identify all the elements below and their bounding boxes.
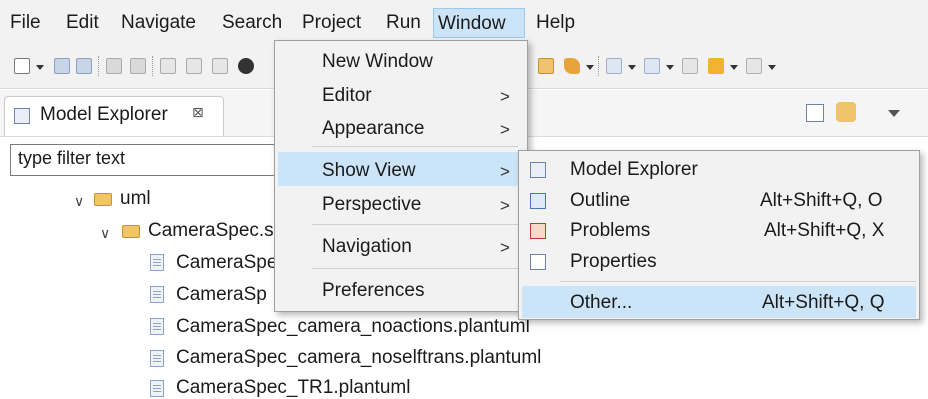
open-type-icon[interactable] — [186, 58, 202, 74]
menu-navigate[interactable]: Navigate — [117, 8, 200, 38]
collapse-all-icon[interactable] — [806, 104, 824, 122]
back-dropdown-icon[interactable] — [730, 65, 738, 70]
shortcut-outline: Alt+Shift+Q, O — [760, 190, 883, 211]
tree-item-uml[interactable]: uml — [120, 188, 151, 210]
new-wizard-dropdown-icon[interactable] — [36, 65, 44, 70]
close-icon[interactable]: ⊠ — [192, 104, 204, 121]
chevron-down-icon[interactable]: ∨ — [74, 193, 84, 210]
submenu-item-problems[interactable]: Problems — [570, 220, 650, 242]
folder-icon — [94, 193, 112, 206]
menu-bar: File Edit Navigate Search Project Run Wi… — [0, 0, 928, 44]
menu-separator — [560, 281, 916, 282]
menu-separator — [312, 146, 518, 147]
save-all-icon[interactable] — [76, 58, 92, 74]
submenu-item-model-explorer[interactable]: Model Explorer — [570, 159, 698, 181]
submenu-item-outline[interactable]: Outline — [570, 190, 630, 212]
file-icon — [150, 254, 164, 271]
view-menu-icon[interactable] — [888, 110, 900, 117]
file-icon — [150, 350, 164, 367]
menu-item-show-view[interactable]: Show View — [322, 160, 416, 182]
chevron-right-icon: > — [500, 87, 510, 106]
submenu-item-properties[interactable]: Properties — [570, 251, 657, 273]
link-with-editor-icon[interactable] — [836, 102, 856, 122]
filter-placeholder: type filter text — [18, 148, 126, 168]
back-icon[interactable] — [708, 58, 724, 74]
last-edit-icon[interactable] — [682, 58, 698, 74]
toolbar-separator — [598, 56, 600, 76]
outline-icon — [530, 193, 546, 209]
tree-item-file[interactable]: CameraSpe — [176, 252, 277, 274]
next-annotation-icon[interactable] — [606, 58, 622, 74]
menu-separator — [312, 268, 518, 269]
view-title: Model Explorer — [40, 104, 168, 125]
menu-separator — [312, 224, 518, 225]
build-icon[interactable] — [106, 58, 122, 74]
menu-edit[interactable]: Edit — [62, 8, 103, 38]
pin-dropdown-icon[interactable] — [586, 65, 594, 70]
forward-dropdown-icon[interactable] — [768, 65, 776, 70]
forward-icon[interactable] — [746, 58, 762, 74]
file-icon — [150, 380, 164, 397]
next-annotation-dropdown-icon[interactable] — [628, 65, 636, 70]
menu-help[interactable]: Help — [532, 8, 579, 38]
chevron-right-icon: > — [500, 196, 510, 215]
menu-item-preferences[interactable]: Preferences — [322, 280, 424, 302]
chevron-down-icon[interactable]: ∨ — [100, 225, 110, 242]
menu-item-new-window[interactable]: New Window — [322, 51, 433, 73]
open-folder-icon[interactable] — [538, 58, 554, 74]
menu-file[interactable]: File — [6, 8, 45, 38]
run-icon[interactable] — [160, 58, 176, 74]
menu-item-editor[interactable]: Editor — [322, 85, 372, 107]
open-resource-icon[interactable] — [212, 58, 228, 74]
save-icon[interactable] — [54, 58, 70, 74]
chevron-right-icon: > — [500, 238, 510, 257]
submenu-item-other[interactable]: Other... — [570, 292, 632, 314]
prev-annotation-dropdown-icon[interactable] — [666, 65, 674, 70]
menu-window[interactable]: Window — [433, 8, 525, 38]
chevron-right-icon: > — [500, 120, 510, 139]
folder-icon — [122, 225, 140, 238]
toolbar-separator — [98, 56, 100, 76]
new-wizard-icon[interactable] — [14, 58, 30, 74]
tree-item-file[interactable]: CameraSpec_camera_noactions.plantuml — [176, 316, 530, 338]
file-icon — [150, 318, 164, 335]
menu-project[interactable]: Project — [298, 8, 365, 38]
file-icon — [150, 286, 164, 303]
menu-item-appearance[interactable]: Appearance — [322, 118, 424, 140]
problems-icon — [530, 223, 546, 239]
tree-item-cameraspec-folder[interactable]: CameraSpec.s — [148, 220, 274, 242]
toolbar-separator — [152, 56, 154, 76]
properties-icon — [530, 254, 546, 270]
menu-run[interactable]: Run — [382, 8, 425, 38]
shortcut-other: Alt+Shift+Q, Q — [762, 292, 885, 313]
menu-item-perspective[interactable]: Perspective — [322, 194, 421, 216]
tree-item-file[interactable]: CameraSpec_TR1.plantuml — [176, 377, 410, 399]
pin-icon[interactable] — [564, 58, 580, 74]
chevron-right-icon: > — [500, 162, 510, 181]
prev-annotation-icon[interactable] — [644, 58, 660, 74]
debug-icon[interactable] — [130, 58, 146, 74]
menu-search[interactable]: Search — [218, 8, 286, 38]
search-icon[interactable] — [238, 58, 254, 74]
tree-item-file[interactable]: CameraSp — [176, 284, 267, 306]
shortcut-problems: Alt+Shift+Q, X — [764, 220, 885, 241]
menu-item-navigation[interactable]: Navigation — [322, 236, 412, 258]
model-explorer-icon — [14, 108, 30, 124]
tree-item-file[interactable]: CameraSpec_camera_noselftrans.plantuml — [176, 347, 541, 369]
model-explorer-icon — [530, 162, 546, 178]
